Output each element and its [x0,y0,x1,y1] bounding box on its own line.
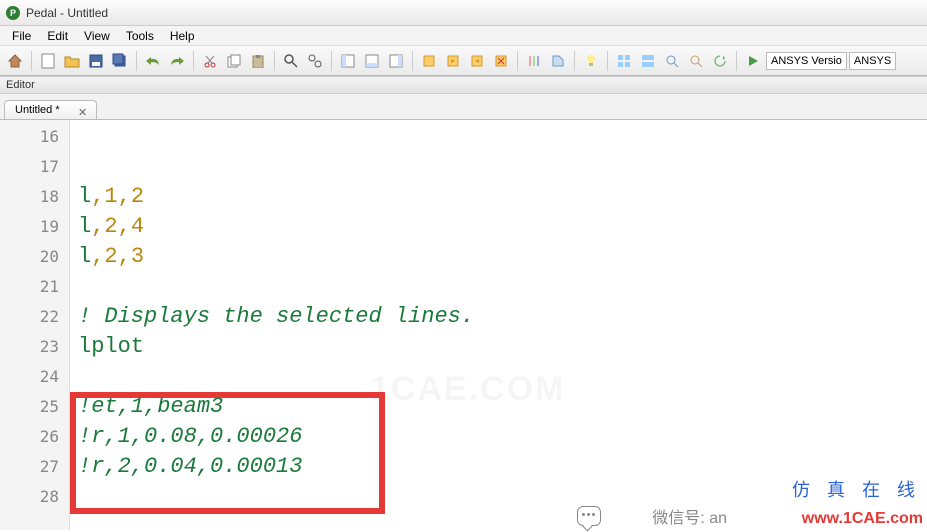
tab-label: Untitled * [15,104,60,116]
open-icon[interactable] [61,50,83,72]
toolbar: ANSYS Versio ANSYS [0,46,927,76]
menu-edit[interactable]: Edit [39,27,76,45]
window-title: Pedal - Untitled [26,6,108,20]
zoom2-icon[interactable] [685,50,707,72]
separator [517,51,518,71]
bars-icon[interactable] [523,50,545,72]
tag-icon[interactable] [547,50,569,72]
code-line[interactable]: !et,1,beam3 [78,392,927,422]
app-icon: P [6,6,20,20]
tabbar: Untitled * ✕ [0,94,927,120]
code-line[interactable] [78,122,927,152]
separator [574,51,575,71]
separator [412,51,413,71]
saveall-icon[interactable] [109,50,131,72]
redo-icon[interactable] [166,50,188,72]
zoom-icon[interactable] [661,50,683,72]
panel3-icon[interactable] [385,50,407,72]
separator [193,51,194,71]
run-icon[interactable] [742,50,764,72]
separator [607,51,608,71]
refresh-icon[interactable] [709,50,731,72]
bookmark-prev-icon[interactable] [466,50,488,72]
panel2-icon[interactable] [361,50,383,72]
watermark-cn: 仿 真 在 线 [792,476,921,502]
cut-icon[interactable] [199,50,221,72]
bookmark-next-icon[interactable] [442,50,464,72]
code-line[interactable]: l,2,4 [78,212,927,242]
find-replace-icon[interactable] [304,50,326,72]
panel-title: Editor [0,76,927,94]
code-line[interactable]: ! Displays the selected lines. [78,302,927,332]
watermark-wx: 微信号: an [652,504,727,528]
bookmark-icon[interactable] [418,50,440,72]
editor[interactable]: 16171819202122232425262728 l,1,2l,2,4l,2… [0,120,927,530]
paste-icon[interactable] [247,50,269,72]
save-icon[interactable] [85,50,107,72]
code-line[interactable] [78,362,927,392]
new-icon[interactable] [37,50,59,72]
menu-file[interactable]: File [4,27,39,45]
panel1-icon[interactable] [337,50,359,72]
tab-untitled[interactable]: Untitled * ✕ [4,100,97,119]
ansys-version-label[interactable]: ANSYS Versio [766,52,847,70]
line-gutter: 16171819202122232425262728 [0,120,70,530]
menu-help[interactable]: Help [162,27,203,45]
grid2-icon[interactable] [637,50,659,72]
separator [136,51,137,71]
find-icon[interactable] [280,50,302,72]
menu-view[interactable]: View [76,27,118,45]
close-icon[interactable]: ✕ [76,105,90,119]
code-line[interactable]: !r,1,0.08,0.00026 [78,422,927,452]
ansys-label[interactable]: ANSYS [849,52,896,70]
bookmark-clear-icon[interactable] [490,50,512,72]
code-line[interactable]: lplot [78,332,927,362]
separator [736,51,737,71]
code-line[interactable] [78,272,927,302]
code-line[interactable]: l,2,3 [78,242,927,272]
chat-icon [577,506,601,526]
menu-tools[interactable]: Tools [118,27,162,45]
copy-icon[interactable] [223,50,245,72]
home-icon[interactable] [4,50,26,72]
undo-icon[interactable] [142,50,164,72]
titlebar: P Pedal - Untitled [0,0,927,26]
separator [331,51,332,71]
code-line[interactable]: l,1,2 [78,182,927,212]
grid1-icon[interactable] [613,50,635,72]
menubar: File Edit View Tools Help [0,26,927,46]
watermark-url: www.1CAE.com [802,510,923,528]
code-line[interactable] [78,152,927,182]
bulb-icon[interactable] [580,50,602,72]
code-content[interactable]: l,1,2l,2,4l,2,3 ! Displays the selected l… [70,120,927,530]
separator [31,51,32,71]
separator [274,51,275,71]
